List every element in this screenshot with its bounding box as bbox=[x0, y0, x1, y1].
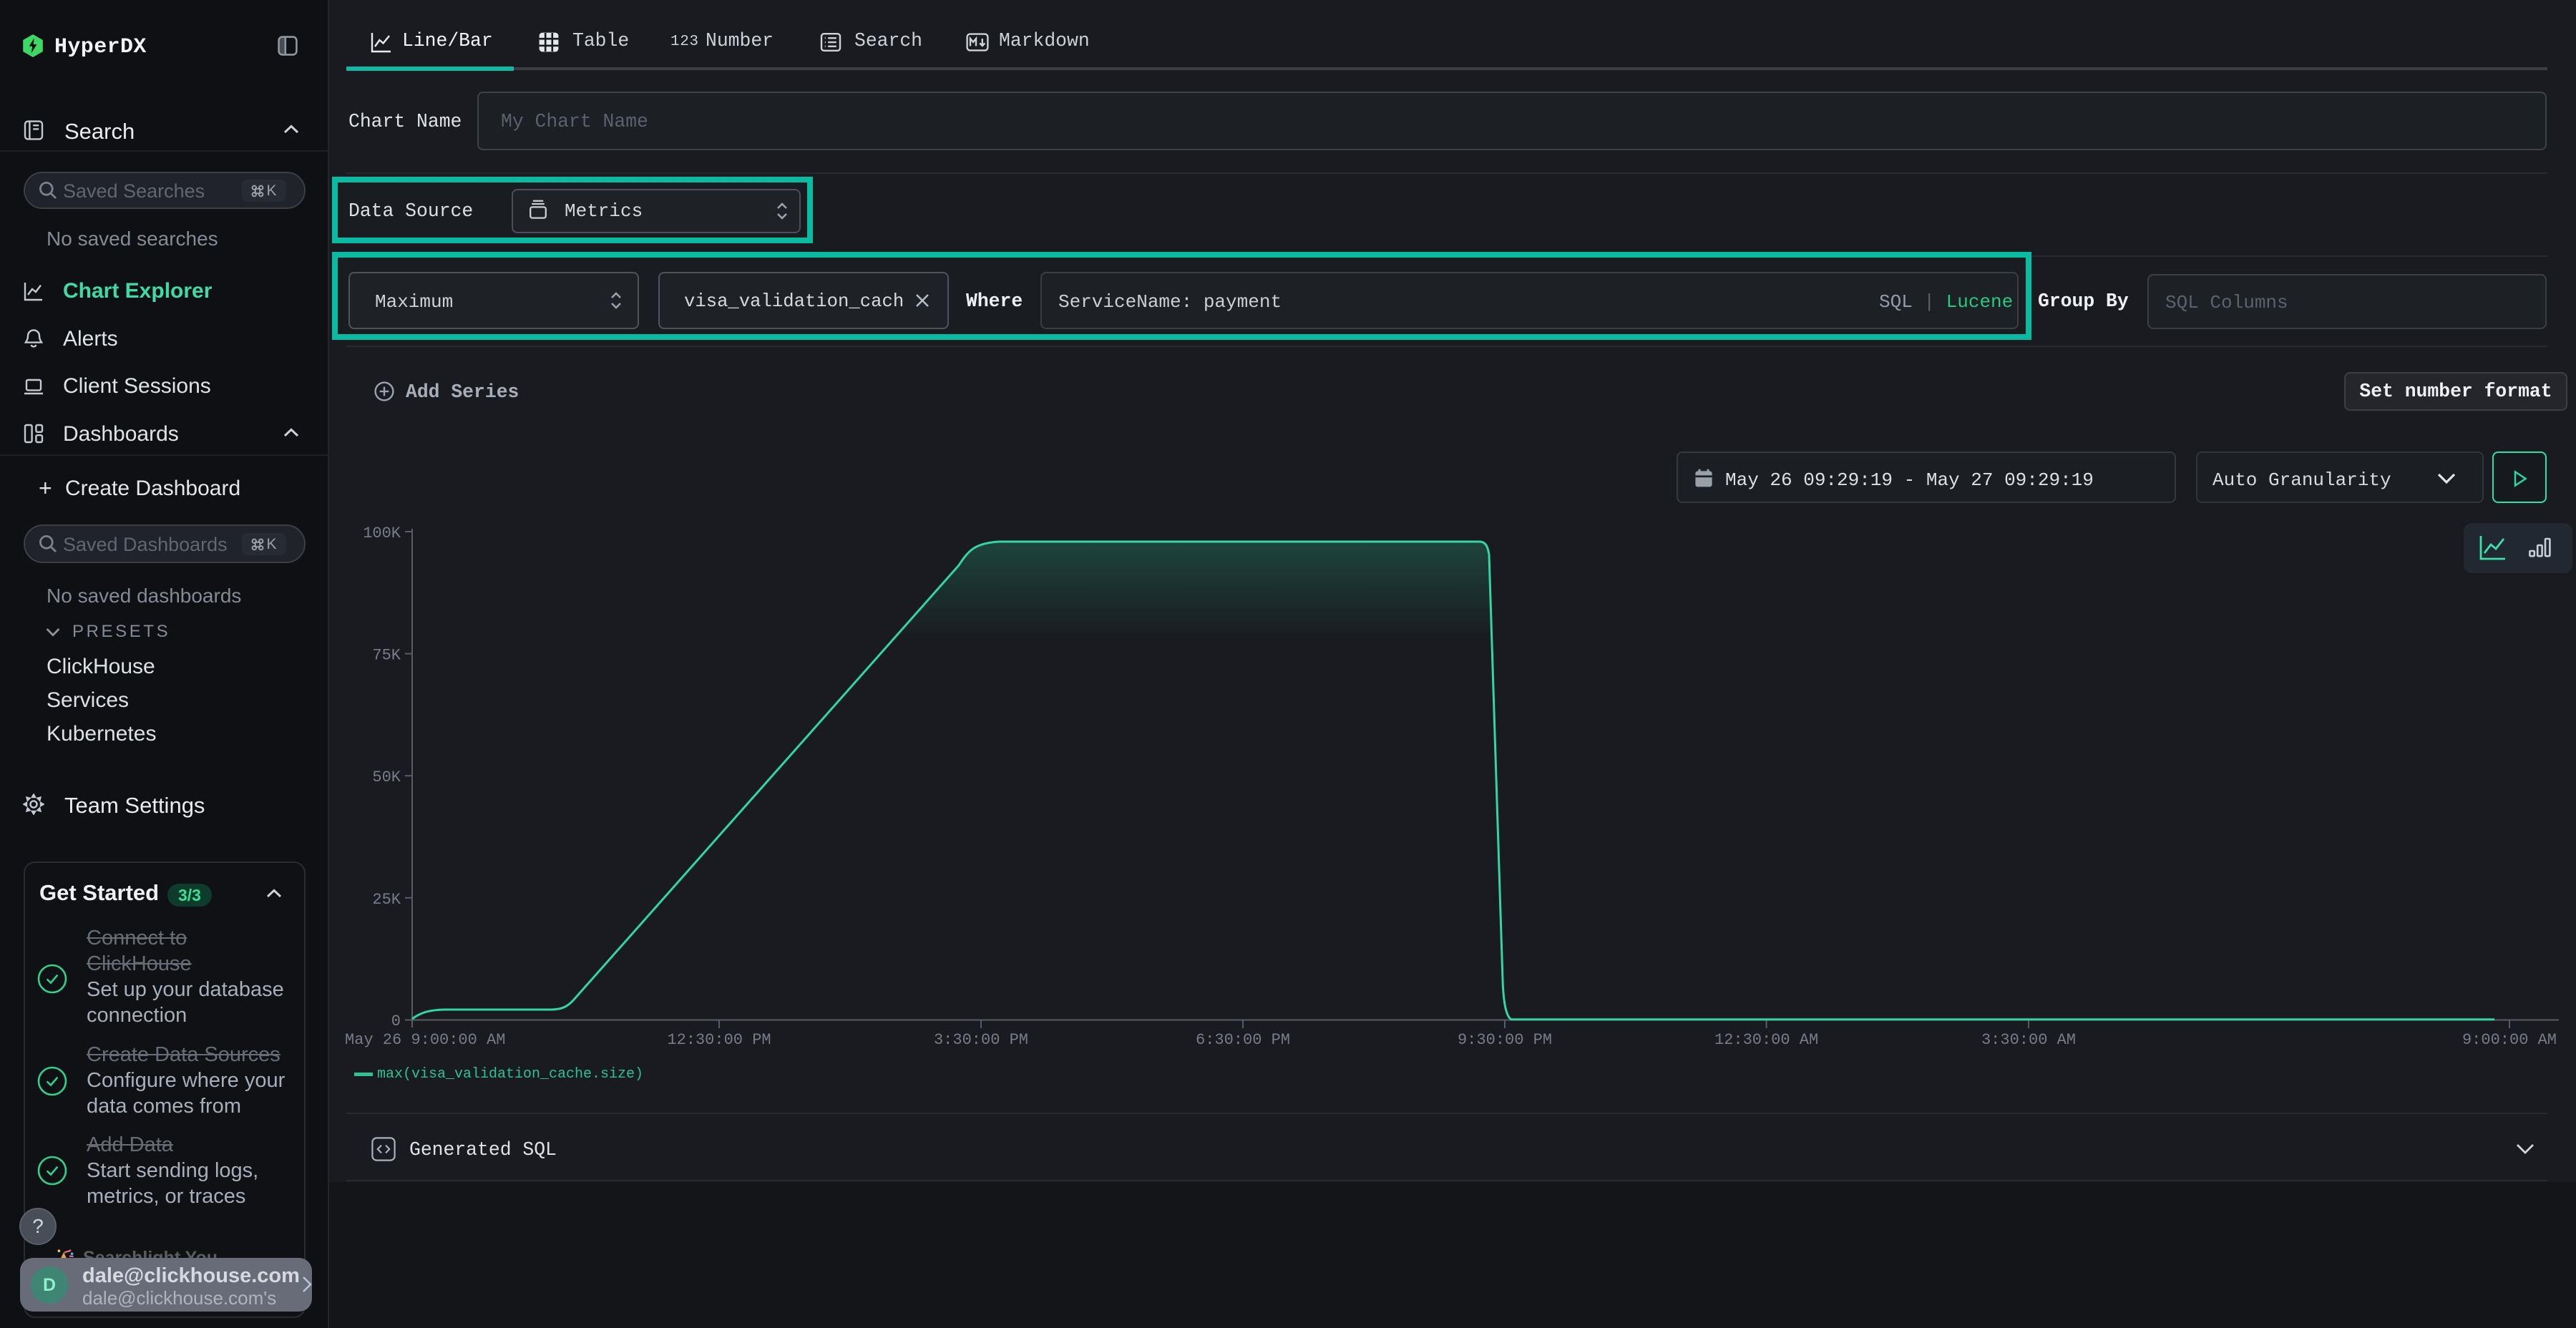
svg-text:12:30:00 PM: 12:30:00 PM bbox=[667, 1031, 771, 1049]
svg-text:9:30:00 PM: 9:30:00 PM bbox=[1458, 1031, 1552, 1049]
svg-text:6:30:00 PM: 6:30:00 PM bbox=[1196, 1031, 1290, 1049]
svg-text:100K: 100K bbox=[363, 524, 401, 542]
svg-text:9:00:00 AM: 9:00:00 AM bbox=[2462, 1031, 2557, 1049]
svg-text:50K: 50K bbox=[372, 768, 401, 786]
svg-text:3:30:00 PM: 3:30:00 PM bbox=[934, 1031, 1028, 1049]
svg-text:0: 0 bbox=[391, 1012, 401, 1030]
svg-text:75K: 75K bbox=[372, 647, 401, 665]
svg-text:May 26 9:00:00 AM: May 26 9:00:00 AM bbox=[345, 1031, 505, 1049]
svg-text:12:30:00 AM: 12:30:00 AM bbox=[1714, 1031, 1818, 1049]
svg-text:3:30:00 AM: 3:30:00 AM bbox=[1981, 1031, 2076, 1049]
svg-text:25K: 25K bbox=[372, 891, 401, 909]
